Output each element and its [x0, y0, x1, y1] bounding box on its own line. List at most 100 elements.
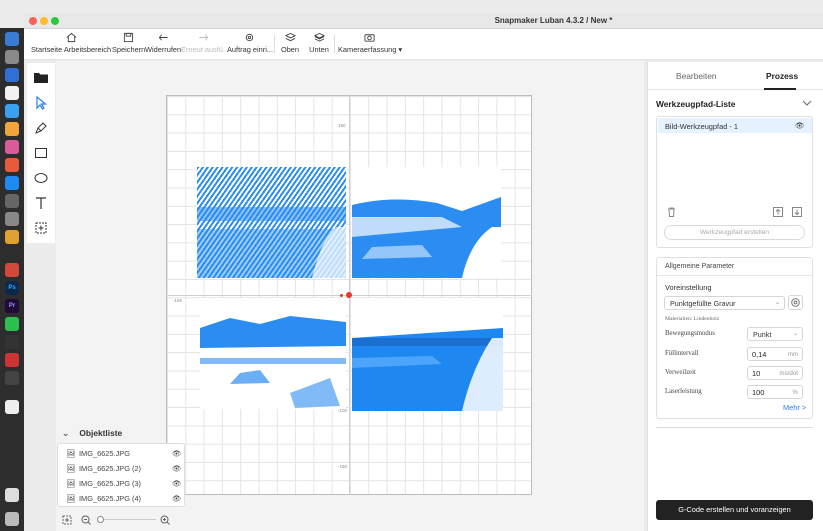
canvas-image-1[interactable] — [197, 167, 346, 278]
toolbar-divider — [334, 35, 335, 53]
app-icon[interactable] — [5, 353, 19, 367]
undo-icon — [158, 34, 168, 41]
zoom-out-icon[interactable] — [81, 515, 91, 525]
fill-interval-label: Füllintervall — [665, 350, 699, 357]
object-list-title: Objektliste — [79, 428, 123, 438]
open-file-button[interactable] — [32, 68, 50, 86]
eye-icon[interactable]: 👁 — [172, 494, 181, 503]
generate-gcode-button[interactable]: G-Code erstellen und voranzeigen — [656, 500, 813, 520]
move-down-icon[interactable] — [792, 207, 802, 217]
app-icon[interactable] — [5, 194, 19, 208]
app-store-icon[interactable] — [5, 176, 19, 190]
image-content — [352, 197, 501, 278]
image-content — [200, 316, 346, 408]
app-icon[interactable] — [5, 400, 19, 414]
bottom-view-button[interactable]: Unten — [308, 32, 330, 58]
save-button[interactable]: Speichern — [112, 32, 145, 58]
params-header: Allgemeine Parameter — [657, 258, 812, 276]
create-toolpath-button[interactable]: Werkzeugpfad erstellen — [664, 225, 805, 240]
list-item[interactable]: 🖼 IMG_6625.JPG 👁 — [58, 446, 186, 461]
preset-label: Voreinstellung — [665, 283, 712, 292]
window-titlebar: Snapmaker Luban 4.3.2 / New * — [24, 13, 823, 29]
notes-icon[interactable] — [5, 122, 19, 136]
pen-tool-button[interactable] — [32, 119, 50, 137]
list-item[interactable]: 🖼 IMG_6625.JPG (3) 👁 — [58, 476, 186, 491]
ellipse-icon — [34, 173, 48, 183]
finder-icon[interactable] — [5, 32, 19, 46]
active-tab-indicator — [764, 88, 796, 90]
preset-select[interactable]: Punktgefüllte Gravur ⌄ — [664, 296, 785, 310]
trash-icon[interactable] — [667, 207, 676, 217]
undo-button[interactable]: Widerrufen — [145, 32, 181, 58]
mail-icon[interactable] — [5, 68, 19, 82]
toolpath-list-title: Werkzeugpfad-Liste — [656, 99, 736, 109]
camera-capture-button[interactable]: Kameraerfassung ▾ — [338, 32, 402, 58]
dwell-time-input[interactable]: 10 ms/dot — [747, 366, 803, 380]
tab-process[interactable]: Prozess — [766, 71, 798, 81]
eye-icon[interactable]: 👁 — [172, 449, 181, 458]
list-item[interactable]: Bild-Werkzeugpfad - 1 👁 — [658, 118, 812, 133]
toolpath-list: Bild-Werkzeugpfad - 1 👁 Werkzeugpfad ers… — [656, 116, 813, 248]
ellipse-tool-button[interactable] — [32, 169, 50, 187]
eye-icon[interactable]: 👁 — [172, 479, 181, 488]
fill-interval-input[interactable]: 0,14 mm — [747, 347, 803, 361]
list-item[interactable]: 🖼 IMG_6625.JPG (4) 👁 — [58, 491, 186, 506]
redo-button[interactable]: Erneut ausfü... — [181, 32, 229, 58]
photoshop-icon[interactable]: Ps — [5, 281, 19, 295]
toolpath-name: Bild-Werkzeugpfad - 1 — [665, 122, 738, 131]
move-up-icon[interactable] — [773, 207, 783, 217]
app-icon[interactable] — [5, 158, 19, 172]
chevron-down-icon: ⌄ — [792, 331, 798, 337]
canvas-image-4[interactable] — [352, 298, 503, 411]
safari-icon[interactable] — [5, 104, 19, 118]
zoom-slider[interactable] — [100, 519, 156, 520]
object-list-header[interactable]: ⌄ Objektliste — [62, 428, 182, 442]
preset-settings-button[interactable] — [788, 295, 803, 310]
rectangle-icon — [35, 148, 47, 158]
main-toolbar: Startseite Arbeitsbereich Speichern Wide… — [24, 29, 823, 60]
zoom-in-icon[interactable] — [160, 515, 170, 525]
gear-icon — [791, 298, 800, 307]
image-icon: 🖼 — [66, 479, 76, 488]
image-content — [197, 207, 346, 278]
panel-tabs: Bearbeiten Prozess — [648, 62, 823, 90]
downloads-icon[interactable] — [5, 488, 19, 502]
eye-icon[interactable]: 👁 — [172, 464, 181, 473]
tab-edit[interactable]: Bearbeiten — [676, 71, 717, 81]
app-icon[interactable] — [5, 335, 19, 349]
chevron-down-icon[interactable] — [802, 99, 812, 107]
canvas-image-2[interactable] — [352, 167, 501, 278]
add-shape-icon — [35, 222, 47, 234]
motion-mode-select[interactable]: Punkt ⌄ — [747, 327, 803, 341]
macos-dock: Ps Pr — [0, 28, 24, 531]
job-setup-button[interactable]: Auftrag einri... — [227, 32, 273, 58]
premiere-icon[interactable]: Pr — [5, 299, 19, 313]
zoom-slider-handle[interactable] — [97, 516, 104, 523]
app-icon[interactable] — [5, 371, 19, 385]
laser-power-input[interactable]: 100 % — [747, 385, 803, 399]
eye-icon[interactable]: 👁 — [795, 121, 804, 130]
rectangle-tool-button[interactable] — [32, 144, 50, 162]
select-tool-button[interactable] — [32, 94, 50, 112]
calendar-icon[interactable] — [5, 86, 19, 100]
more-link[interactable]: Mehr > — [783, 403, 806, 412]
settings-icon[interactable] — [5, 212, 19, 226]
object-list: 🖼 IMG_6625.JPG 👁 🖼 IMG_6625.JPG (2) 👁 🖼 … — [57, 443, 185, 507]
image-content — [352, 298, 503, 411]
canvas-image-3[interactable] — [200, 298, 346, 409]
save-icon — [123, 32, 133, 43]
home-workspace-button[interactable]: Startseite Arbeitsbereich — [31, 32, 111, 58]
list-item[interactable]: 🖼 IMG_6625.JPG (2) 👁 — [58, 461, 186, 476]
add-shape-button[interactable] — [32, 219, 50, 237]
photos-icon[interactable] — [5, 140, 19, 154]
camera-icon — [363, 34, 375, 42]
launchpad-icon[interactable] — [5, 50, 19, 64]
text-tool-button[interactable] — [32, 194, 50, 212]
fit-view-icon[interactable] — [62, 515, 72, 525]
app-icon[interactable] — [5, 263, 19, 277]
trash-icon[interactable] — [5, 512, 19, 526]
top-view-button[interactable]: Oben — [279, 32, 301, 58]
whatsapp-icon[interactable] — [5, 317, 19, 331]
dwell-time-label: Verweilzeit — [665, 369, 696, 376]
app-icon[interactable] — [5, 230, 19, 244]
